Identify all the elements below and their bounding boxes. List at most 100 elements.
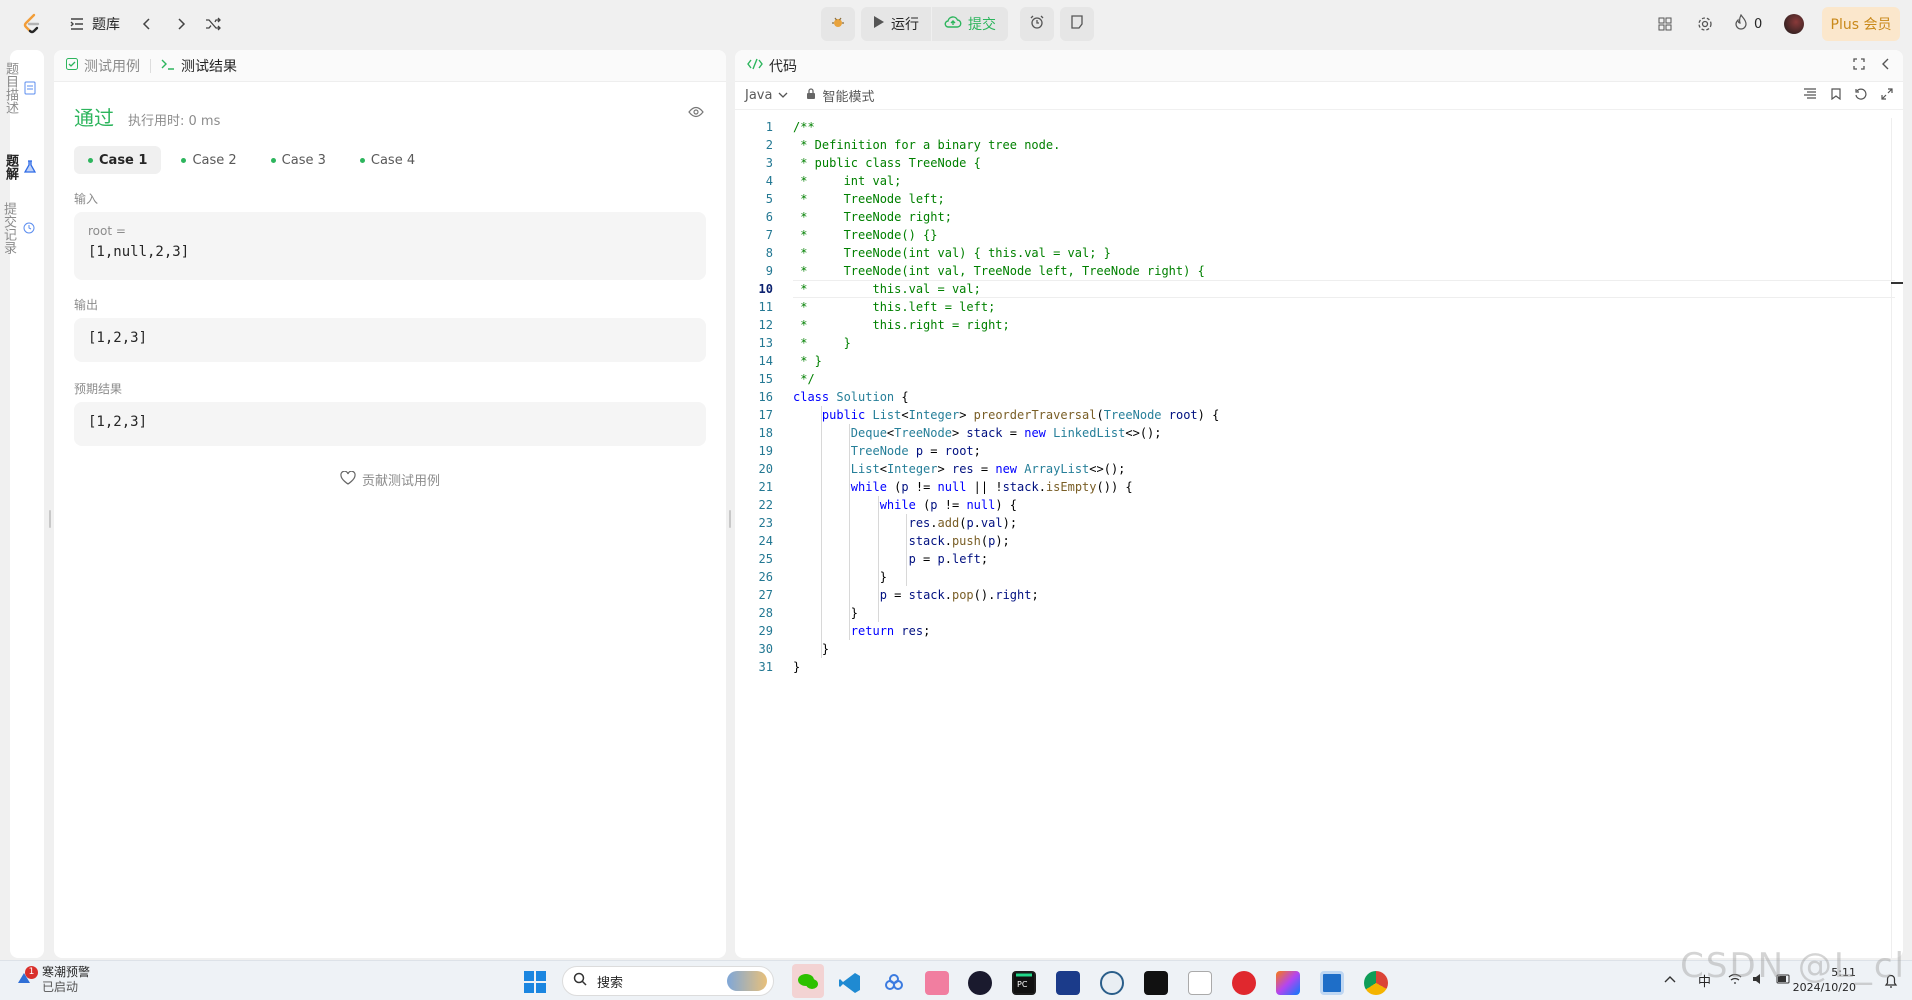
tab-code[interactable]: 代码 xyxy=(747,56,797,76)
gear-icon[interactable] xyxy=(1696,15,1714,33)
taskbar-search[interactable]: 搜索 xyxy=(562,966,774,996)
contribute-testcase-link[interactable]: 贡献测试用例 xyxy=(54,470,726,489)
tab-solutions-label: 题解 xyxy=(3,154,18,180)
audio-app-icon[interactable] xyxy=(925,971,949,995)
current-line-highlight xyxy=(793,280,1895,298)
line-number: 23 xyxy=(758,516,773,530)
case-tab-4[interactable]: Case 4 xyxy=(346,146,429,174)
chevron-right-icon[interactable] xyxy=(172,15,190,33)
line-content: while (p != null) { xyxy=(879,498,1018,512)
weather-title: 寒潮预警 xyxy=(42,965,91,979)
scroll-cursor-marker xyxy=(1891,282,1903,284)
code-panel-header: 代码 xyxy=(735,50,1903,82)
submit-button[interactable]: 提交 xyxy=(932,7,1008,41)
leetcode-logo-icon[interactable] xyxy=(20,12,44,36)
collapse-left-icon[interactable] xyxy=(1881,58,1891,74)
line-content: */ xyxy=(793,372,815,386)
notes-button[interactable] xyxy=(1060,7,1094,41)
avatar[interactable] xyxy=(1784,14,1804,34)
plus-membership-button[interactable]: Plus 会员 xyxy=(1822,7,1900,41)
wechat-taskbar-item[interactable] xyxy=(792,964,824,998)
chevron-left-icon[interactable] xyxy=(138,15,156,33)
devcpp-icon[interactable] xyxy=(1056,971,1080,995)
github-desktop-icon[interactable] xyxy=(1100,971,1124,995)
eye-icon[interactable] xyxy=(688,106,704,122)
reset-icon[interactable] xyxy=(1855,88,1867,104)
line-content: * TreeNode right; xyxy=(793,210,952,224)
timer-button[interactable] xyxy=(1020,7,1054,41)
case-tab-1[interactable]: Case 1 xyxy=(74,146,162,174)
windows-start-icon[interactable] xyxy=(524,971,546,993)
line-content: p = p.left; xyxy=(908,552,989,566)
left-splitter[interactable] xyxy=(49,510,51,528)
problem-bank-button[interactable]: 题库 xyxy=(68,14,120,34)
line-number: 28 xyxy=(758,606,773,620)
streak-counter[interactable]: 0 xyxy=(1734,13,1762,34)
code-icon xyxy=(747,58,763,74)
status-accepted: 通过 xyxy=(74,106,114,130)
tab-description[interactable]: 题目描述 xyxy=(3,62,36,114)
code-line: 16 class Solution { xyxy=(735,388,1903,406)
vscode-icon[interactable] xyxy=(838,971,862,995)
line-content: * int val; xyxy=(793,174,902,188)
output-label: 输出 xyxy=(74,298,99,312)
line-number: 3 xyxy=(765,156,773,170)
code-line: 26 } xyxy=(735,568,1903,586)
format-align-icon[interactable] xyxy=(1803,87,1817,104)
tab-testcase[interactable]: 测试用例 xyxy=(66,56,140,76)
code-line: 1 /** xyxy=(735,118,1903,136)
chrome-icon[interactable] xyxy=(1364,971,1388,995)
document-icon xyxy=(24,81,36,95)
chevron-up-icon[interactable] xyxy=(1664,973,1676,989)
debug-button[interactable] xyxy=(821,7,855,41)
code-line: 29 return res; xyxy=(735,622,1903,640)
code-line: 13 * } xyxy=(735,334,1903,352)
expand-icon[interactable] xyxy=(1881,87,1893,104)
code-line: 9 * TreeNode(int val, TreeNode left, Tre… xyxy=(735,262,1903,280)
layout-grid-icon[interactable] xyxy=(1656,15,1674,33)
case-tab-2[interactable]: Case 2 xyxy=(167,146,250,174)
tab-submissions[interactable]: 提交记录 xyxy=(1,202,36,254)
line-number: 10 xyxy=(758,282,773,296)
expected-value: [1,2,3] xyxy=(88,414,148,430)
case-label: Case 2 xyxy=(192,152,237,168)
line-number: 11 xyxy=(758,300,773,314)
netease-music-icon[interactable] xyxy=(1232,971,1256,995)
cloud-app-icon[interactable] xyxy=(882,971,906,995)
run-button[interactable]: 运行 xyxy=(861,7,931,41)
fullscreen-icon[interactable] xyxy=(1853,57,1865,74)
shuffle-icon[interactable] xyxy=(204,15,222,33)
line-content: * TreeNode(int val) { this.val = val; } xyxy=(793,246,1111,260)
goland-icon[interactable] xyxy=(968,971,992,995)
contribute-label: 贡献测试用例 xyxy=(361,474,440,489)
intellij-icon[interactable] xyxy=(1276,971,1300,995)
code-editor[interactable]: 1 /** 2 * Definition for a binary tree nod… xyxy=(735,118,1903,958)
input-value: [1,null,2,3] xyxy=(88,244,190,260)
svg-text:PC: PC xyxy=(1017,980,1028,989)
case-tab-3[interactable]: Case 3 xyxy=(257,146,340,174)
weather-widget[interactable]: 1 寒潮预警 已启动 xyxy=(14,965,90,995)
bookmark-icon[interactable] xyxy=(1831,87,1841,104)
flame-icon xyxy=(1734,13,1748,34)
window-app-icon[interactable] xyxy=(1320,971,1344,995)
tab-test-result[interactable]: 测试结果 xyxy=(161,56,237,76)
pycharm-icon[interactable]: PC xyxy=(1012,971,1036,995)
line-content: public List<Integer> preorderTraversal(T… xyxy=(821,408,1220,422)
notepad-icon[interactable] xyxy=(1188,971,1212,995)
center-splitter[interactable] xyxy=(729,510,731,528)
terminal-app-icon[interactable] xyxy=(1144,971,1168,995)
expected-label: 预期结果 xyxy=(74,382,123,396)
vertical-tab-bar: 题目描述 题解 提交记录 xyxy=(1,50,44,958)
line-content: stack.push(p); xyxy=(908,534,1010,548)
language-select[interactable]: Java xyxy=(745,88,788,103)
terminal-icon xyxy=(161,58,175,74)
list-indent-icon xyxy=(68,15,86,33)
editor-scrollbar[interactable] xyxy=(1891,118,1903,958)
note-icon xyxy=(1070,15,1084,33)
tab-solutions[interactable]: 题解 xyxy=(3,154,37,180)
smart-mode-toggle[interactable]: 智能模式 xyxy=(806,86,874,105)
windows-taskbar: 1 寒潮预警 已启动 搜索 PC 中 5:11 2024/10/20 xyxy=(0,960,1912,1000)
problem-bank-label: 题库 xyxy=(92,17,120,33)
line-number: 8 xyxy=(765,246,773,260)
pass-dot-icon xyxy=(181,157,187,163)
